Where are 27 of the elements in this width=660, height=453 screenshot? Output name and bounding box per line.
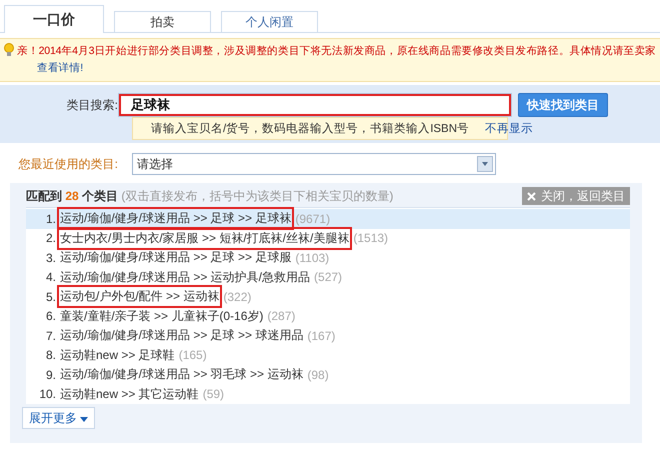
tab[interactable]: 拍卖 — [114, 11, 211, 32]
notice-text: 亲！2014年4月3日开始进行部分类目调整，涉及调整的类目下将无法新发商品，原在线商品需要修改类目发布路径。具体情况请至卖家 — [17, 45, 656, 57]
find-category-button[interactable]: 快速找到类目 — [518, 93, 608, 117]
lightbulb-icon — [4, 43, 14, 57]
caret-icon — [80, 416, 88, 422]
category-row[interactable]: 6. 童装/童鞋/亲子装 >> 儿童袜子(0-16岁) (287) — [26, 306, 630, 326]
category-row[interactable]: 2. 女士内衣/男士内衣/家居服 >> 短袜/打底袜/丝袜/美腿袜 (1513) — [26, 228, 630, 248]
category-row[interactable]: 1. 运动/瑜伽/健身/球迷用品 >> 足球 >> 足球袜 (9671) — [26, 209, 630, 228]
category-row[interactable]: 7. 运动/瑜伽/健身/球迷用品 >> 足球 >> 球迷用品 (167) — [26, 326, 630, 346]
category-row[interactable]: 3. 运动/瑜伽/健身/球迷用品 >> 足球 >> 足球服 (1103) — [26, 248, 630, 268]
search-label: 类目搜索: — [66, 96, 118, 114]
results-summary: 匹配到 28 个类目 (双击直接发布，括号中为该类目下相关宝贝的数量) — [26, 188, 394, 204]
expand-more-button[interactable]: 展开更多 — [22, 407, 96, 429]
category-row[interactable]: 8. 运动鞋new >> 足球鞋 (165) — [26, 346, 630, 365]
search-field[interactable]: 足球袜 — [118, 93, 512, 117]
category-row[interactable]: 4. 运动/瑜伽/健身/球迷用品 >> 运动护具/急救用品 (527) — [26, 268, 630, 287]
category-row[interactable]: 10. 运动鞋new >> 其它运动鞋 (59) — [26, 384, 630, 404]
category-dropdown[interactable]: 请选择 — [132, 153, 496, 175]
category-row[interactable]: 5. 运动包/户外包/配件 >> 运动袜 (322) — [26, 287, 630, 306]
close-icon — [527, 192, 536, 200]
tab[interactable]: 个人闲置 — [221, 11, 318, 32]
dismiss-link[interactable]: 不再显示 — [485, 121, 534, 136]
category-row[interactable]: 9. 运动/瑜伽/健身/球迷用品 >> 羽毛球 >> 运动袜 (98) — [26, 365, 630, 384]
details-link[interactable]: 查看详情! — [37, 62, 83, 74]
recent-label: 您最近使用的类目: — [18, 156, 119, 172]
tab[interactable]: 一口价 — [4, 5, 104, 33]
hint-text: 请输入宝贝名/货号，数码电器输入型号，书籍类输入ISBN号 — [151, 121, 470, 136]
